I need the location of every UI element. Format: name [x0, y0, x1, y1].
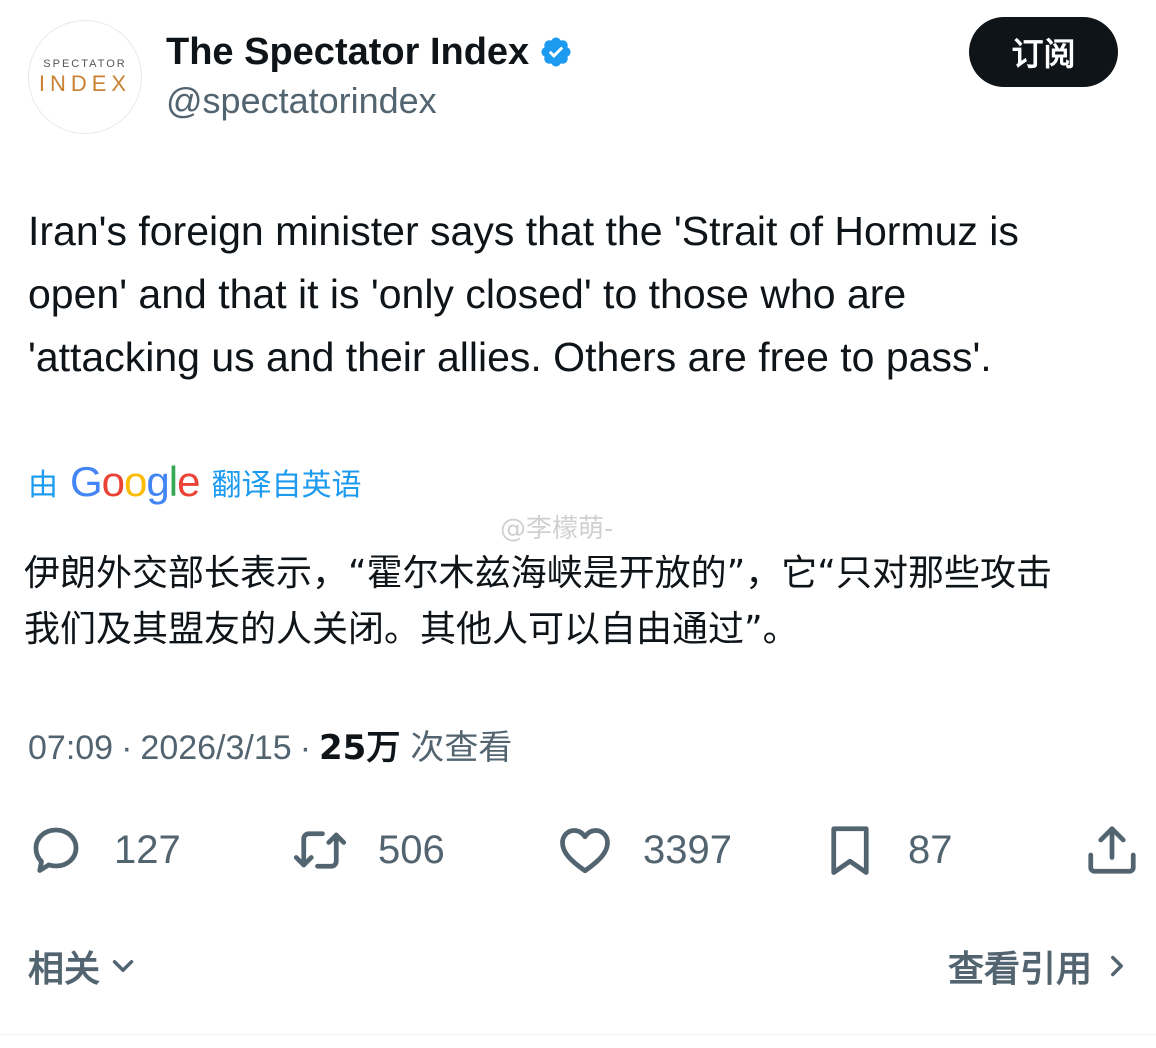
- avatar-logo-top: SPECTATOR: [43, 58, 127, 70]
- translation-attribution[interactable]: 由 Google 翻译自英语: [28, 458, 361, 506]
- verified-badge-icon: [541, 37, 571, 67]
- avatar[interactable]: SPECTATOR INDEX: [28, 20, 142, 134]
- reply-count: 127: [114, 827, 181, 872]
- retweet-count: 506: [378, 827, 445, 872]
- tweet-time[interactable]: 07:09: [28, 726, 113, 770]
- share-button[interactable]: [1082, 820, 1142, 880]
- related-dropdown[interactable]: 相关: [28, 940, 140, 992]
- tweet-text: Iran's foreign minister says that the 'S…: [28, 208, 1019, 380]
- retweet-button[interactable]: 506: [290, 820, 445, 880]
- bookmark-button[interactable]: 87: [820, 820, 953, 880]
- bookmark-icon: [831, 826, 869, 875]
- divider: [0, 1034, 1156, 1035]
- chevron-right-icon: [1111, 955, 1123, 977]
- watermark: @李檬萌-: [500, 514, 614, 544]
- translation-suffix: 翻译自英语: [211, 468, 362, 503]
- author-handle[interactable]: @spectatorindex: [166, 80, 437, 122]
- author-name[interactable]: The Spectator Index: [166, 30, 573, 74]
- bookmark-count: 87: [908, 827, 953, 872]
- related-label: 相关: [28, 949, 101, 990]
- share-icon: [1088, 826, 1136, 874]
- view-label: 次查看: [410, 728, 513, 768]
- tweet-date[interactable]: 2026/3/15: [140, 726, 291, 770]
- meta-separator: ·: [299, 729, 312, 767]
- retweet-icon: [293, 831, 347, 869]
- reply-button[interactable]: 127: [26, 820, 181, 880]
- like-count: 3397: [643, 827, 732, 872]
- chevron-down-icon: [112, 960, 134, 972]
- view-quotes-label: 查看引用: [947, 949, 1092, 990]
- subscribe-button[interactable]: 订阅: [969, 17, 1118, 87]
- tweet-meta: 07:09 · 2026/3/15 · 25万 次查看: [28, 726, 512, 770]
- translated-text: 伊朗外交部长表示，“霍尔木兹海峡是开放的”，它“只对那些攻击 我们及其盟友的人关…: [24, 553, 1052, 650]
- reply-icon: [33, 827, 79, 873]
- author-name-text: The Spectator Index: [166, 31, 530, 73]
- view-quotes-link[interactable]: 查看引用: [948, 940, 1134, 992]
- heart-icon: [560, 828, 610, 874]
- meta-separator: ·: [121, 729, 133, 767]
- view-count: 25万: [319, 728, 401, 768]
- google-logo: Google: [70, 458, 200, 505]
- avatar-logo-bottom: INDEX: [38, 71, 132, 96]
- like-button[interactable]: 3397: [555, 820, 732, 880]
- translation-prefix: 由: [28, 468, 58, 503]
